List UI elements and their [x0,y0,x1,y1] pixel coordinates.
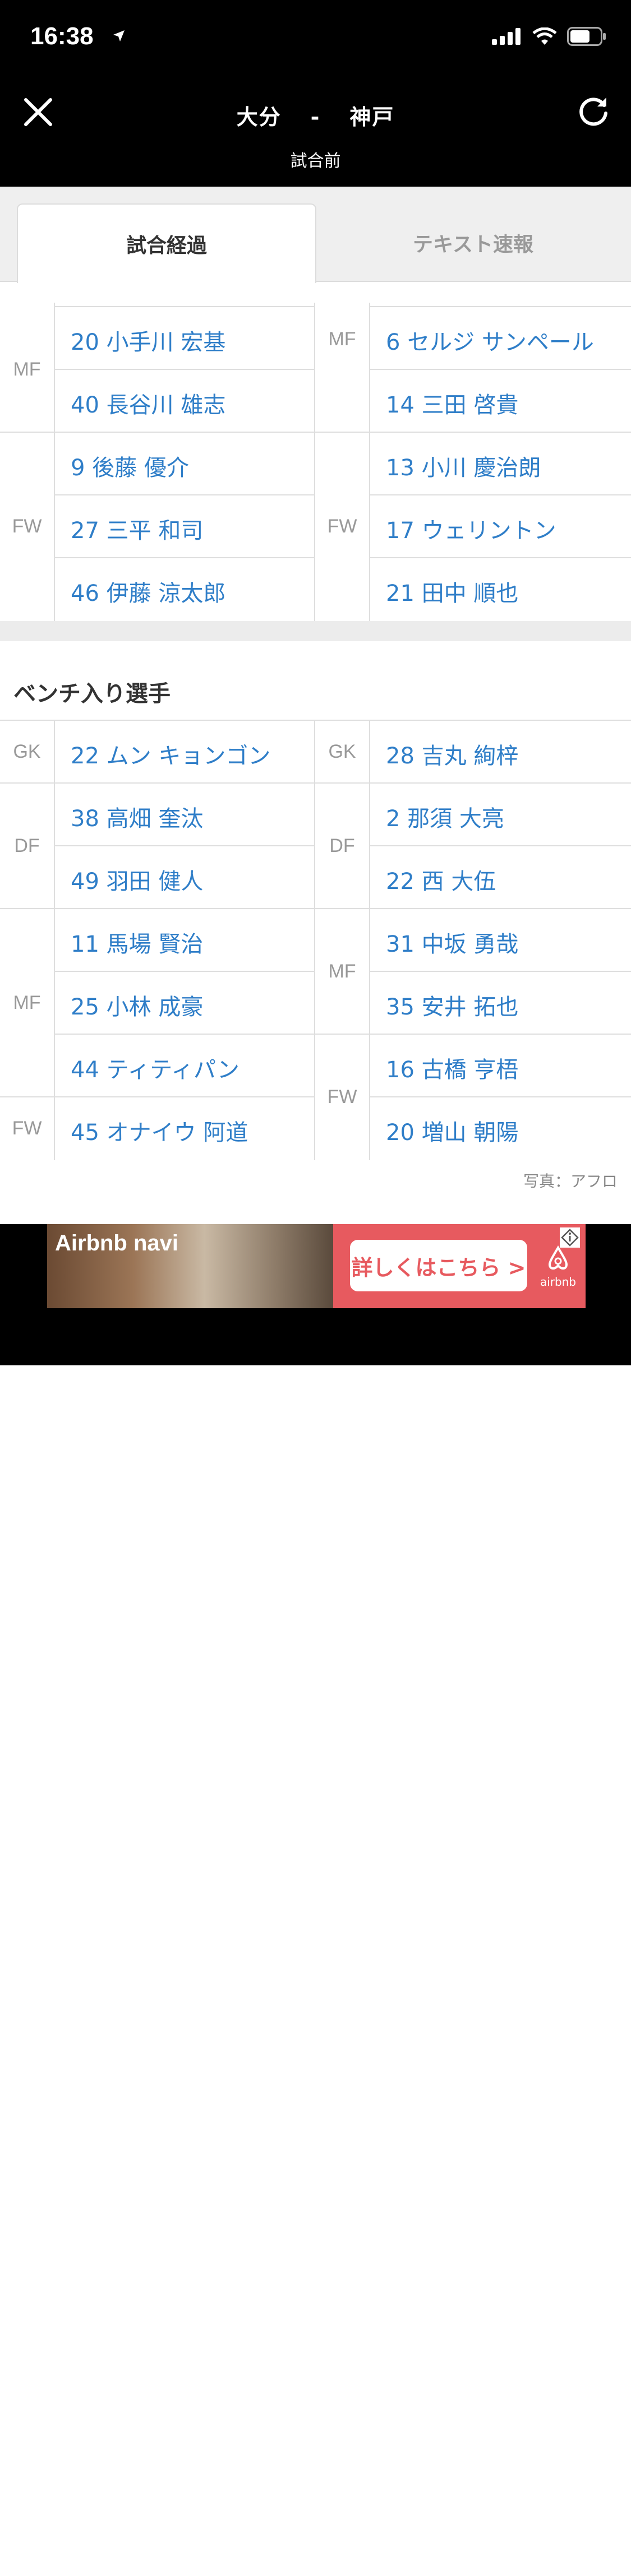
status-time: 16:38 [30,22,94,50]
position-label: MF [13,359,41,380]
position-label: GK [328,741,356,762]
player-link[interactable]: 49 羽田 健人 [71,863,203,896]
position-label: FW [12,1118,42,1139]
position-label: FW [327,516,357,537]
tab-bar: 試合経過 テキスト速報 [0,187,631,283]
position-label: FW [12,516,42,537]
position-label: DF [14,835,40,856]
player-link[interactable]: 25 小林 成豪 [71,989,203,1021]
wifi-icon [532,27,557,48]
ad-brand: Airbnb navi [55,1231,179,1255]
tab-match-progress[interactable]: 試合経過 [17,203,316,283]
player-link[interactable]: 14 三田 啓貴 [386,387,518,419]
reload-button[interactable] [576,94,611,129]
player-link[interactable]: 45 オナイウ 阿道 [71,1114,248,1147]
reload-icon [579,98,607,126]
player-link[interactable]: 22 西 大伍 [386,863,496,896]
home-team: 大分 [236,105,282,129]
tab-text-live[interactable]: テキスト速報 [315,203,631,282]
photo-credit: 写真：アフロ [523,1172,618,1190]
position-label: MF [328,961,356,982]
ad-info-icon[interactable] [559,1226,581,1249]
bench-title: ベンチ入り選手 [13,681,171,707]
player-link[interactable]: 35 安井 拓也 [386,989,518,1021]
player-link[interactable]: 28 吉丸 絢梓 [386,738,518,770]
title-separator: - [310,105,321,129]
player-link[interactable]: 27 三平 和司 [71,512,203,545]
player-link[interactable]: 31 中坂 勇哉 [386,926,518,958]
home-indicator[interactable] [203,2569,429,2576]
player-link[interactable]: 17 ウェリントン [386,512,556,545]
player-link[interactable]: 21 田中 順也 [386,575,518,608]
player-link[interactable]: 13 小川 慶治朗 [386,450,541,482]
position-label: GK [13,741,41,762]
player-link[interactable]: 38 高畑 奎汰 [71,800,203,833]
player-link[interactable]: 22 ムン キョンゴン [71,738,270,770]
ad-banner[interactable]: Airbnb navi 詳しくはこちら > airbnb [47,1224,586,1308]
status-bar: 16:38 [0,0,631,73]
player-link[interactable]: 46 伊藤 涼太郎 [71,575,225,608]
player-link[interactable]: 16 古橋 亨梧 [386,1051,518,1084]
position-label: MF [13,992,41,1013]
player-link[interactable]: 44 ティティパン [71,1051,239,1084]
player-link[interactable]: 9 後藤 優介 [71,450,189,482]
away-team: 神戸 [349,105,395,129]
signal-icon [492,28,522,47]
player-link[interactable]: 20 小手川 宏基 [71,324,225,356]
airbnb-logo-icon: airbnb [538,1244,578,1295]
airbnb-logo-text: airbnb [540,1275,577,1289]
player-link[interactable]: 20 増山 朝陽 [386,1114,518,1147]
player-link[interactable]: 6 セルジ サンペール [386,324,594,356]
ad-cta-button[interactable]: 詳しくはこちら > [350,1240,527,1291]
ad-area: Airbnb navi 詳しくはこちら > airbnb [0,1224,631,2576]
player-link[interactable]: 40 長谷川 雄志 [71,387,225,419]
battery-icon [567,27,606,48]
player-link[interactable]: 11 馬場 賢治 [71,926,203,958]
match-header: 大分 - 神戸 試合前 [0,73,631,187]
match-title: 大分 - 神戸 [0,100,631,131]
match-status: 試合前 [290,151,341,171]
position-label: MF [328,328,356,350]
player-link[interactable]: 2 那須 大亮 [386,800,504,833]
section-divider [0,621,631,641]
position-label: DF [329,835,355,856]
location-icon [112,29,126,45]
position-label: FW [327,1086,357,1108]
